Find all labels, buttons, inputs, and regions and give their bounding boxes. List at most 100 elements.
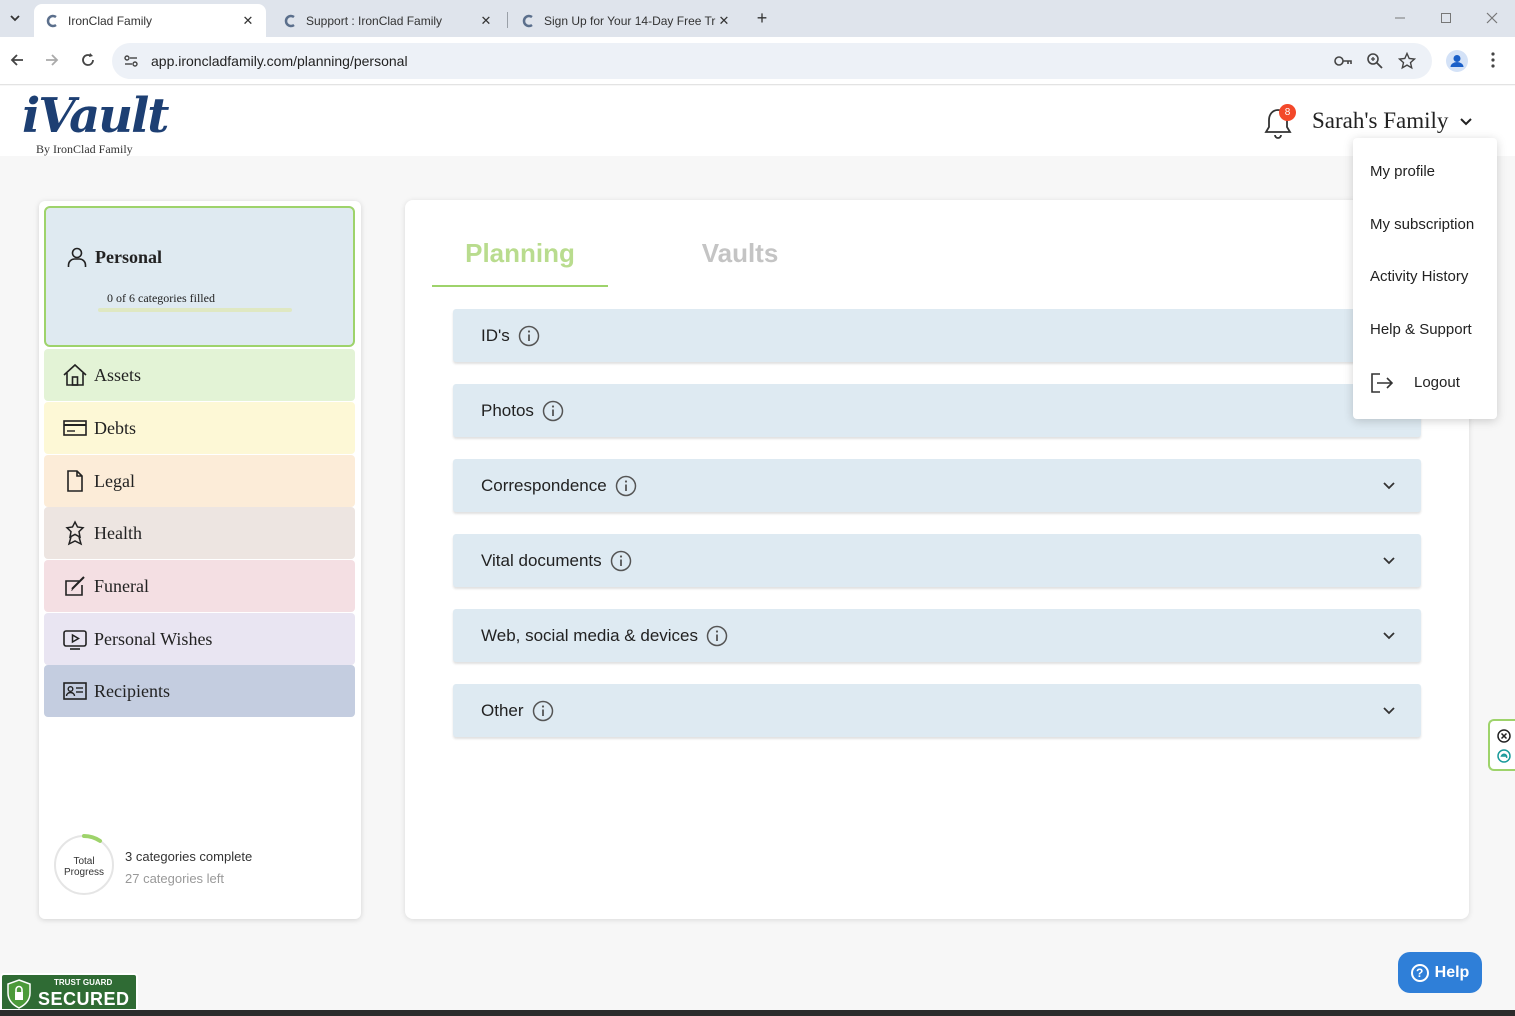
personal-progress-text: 0 of 6 categories filled xyxy=(107,291,215,305)
ring-label-text: Total Progress xyxy=(63,856,104,878)
section-ids[interactable]: ID's xyxy=(453,309,1421,362)
sidebar-item-label: Legal xyxy=(94,470,135,491)
personal-progress-bar xyxy=(98,308,292,312)
family-switcher[interactable]: Sarah's Family xyxy=(1312,108,1448,134)
sidebar-item-debts[interactable]: Debts xyxy=(44,402,355,454)
person-icon xyxy=(65,245,89,269)
question-icon: ? xyxy=(1410,963,1429,982)
sidebar-item-assets[interactable]: Assets xyxy=(44,349,355,401)
section-vital-documents[interactable]: Vital documents xyxy=(453,534,1421,587)
close-icon[interactable]: ✕ xyxy=(478,13,494,29)
section-label: Vital documents xyxy=(481,550,602,570)
total-progress-label: Total Progress xyxy=(53,856,115,878)
info-icon[interactable] xyxy=(615,475,637,497)
video-icon xyxy=(62,626,88,652)
ivault-logo[interactable]: iVault By IronClad Family xyxy=(22,88,169,156)
browser-tab-support[interactable]: Support : IronClad Family ✕ xyxy=(272,4,504,37)
category-sidebar: Personal 0 of 6 categories filled Assets… xyxy=(39,201,361,919)
personal-category-card[interactable]: Personal 0 of 6 categories filled xyxy=(44,206,355,347)
document-icon xyxy=(62,468,88,494)
browser-menu-icon[interactable] xyxy=(1486,49,1500,71)
menu-item-my-subscription[interactable]: My subscription xyxy=(1370,216,1474,233)
sidebar-item-label: Health xyxy=(94,522,142,543)
shield-lock-icon xyxy=(6,979,32,1009)
ironclad-favicon-icon xyxy=(44,13,60,29)
browser-profile-avatar-icon[interactable] xyxy=(1446,50,1468,72)
browser-tab-bar: IronClad Family ✕ Support : IronClad Fam… xyxy=(0,0,1515,37)
taskbar-strip xyxy=(0,1010,1515,1016)
forward-arrow-icon[interactable] xyxy=(41,49,63,71)
sidebar-item-recipients[interactable]: Recipients xyxy=(44,665,355,717)
browser-tab-ironclad[interactable]: IronClad Family ✕ xyxy=(34,4,266,37)
side-extension-widget[interactable] xyxy=(1488,719,1515,771)
section-label: Web, social media & devices xyxy=(481,625,699,645)
minimize-icon[interactable] xyxy=(1390,8,1410,28)
maximize-icon[interactable] xyxy=(1436,8,1456,28)
menu-item-my-profile[interactable]: My profile xyxy=(1370,163,1435,180)
categories-left-text: 27 categories left xyxy=(125,871,225,886)
section-web-social-media-devices[interactable]: Web, social media & devices xyxy=(453,609,1421,662)
window-close-icon[interactable] xyxy=(1482,8,1502,28)
menu-item-logout[interactable]: Logout xyxy=(1414,374,1460,391)
close-icon[interactable]: ✕ xyxy=(716,13,732,29)
bookmark-star-icon[interactable] xyxy=(1397,51,1417,70)
info-icon[interactable] xyxy=(518,325,540,347)
section-other[interactable]: Other xyxy=(453,684,1421,737)
logo-main-text: iVault xyxy=(22,88,169,144)
personal-title: Personal xyxy=(95,247,162,267)
tab-vaults[interactable]: Vaults xyxy=(655,200,825,287)
browser-tab-signup[interactable]: Sign Up for Your 14-Day Free Tr ✕ xyxy=(510,4,742,37)
section-correspondence[interactable]: Correspondence xyxy=(453,459,1421,512)
address-bar[interactable]: app.ironcladfamily.com/planning/personal xyxy=(112,43,1432,79)
ironclad-favicon-icon xyxy=(282,13,298,29)
browser-toolbar: app.ironcladfamily.com/planning/personal xyxy=(0,37,1515,85)
section-photos[interactable]: Photos xyxy=(453,384,1421,437)
chevron-down-icon[interactable] xyxy=(1381,629,1397,643)
sidebar-item-health[interactable]: Health xyxy=(44,507,355,559)
sidebar-item-funeral[interactable]: Funeral xyxy=(44,560,355,612)
close-icon[interactable]: ✕ xyxy=(240,13,256,29)
edit-square-icon xyxy=(62,573,88,599)
info-icon[interactable] xyxy=(610,550,632,572)
info-icon[interactable] xyxy=(542,400,564,422)
sidebar-item-legal[interactable]: Legal xyxy=(44,455,355,507)
section-label: ID's xyxy=(481,325,510,345)
site-settings-icon[interactable] xyxy=(122,52,140,70)
main-panel: Planning Vaults ID's Photos Corresponden… xyxy=(405,200,1469,919)
tab-title: IronClad Family xyxy=(68,13,153,28)
close-circle-icon[interactable] xyxy=(1497,729,1511,743)
sidebar-item-label: Recipients xyxy=(94,680,170,701)
tab-vaults-label: Vaults xyxy=(701,238,779,268)
trust-guard-badge[interactable]: TRUST GUARD SECURED xyxy=(0,973,138,1011)
info-icon[interactable] xyxy=(532,700,554,722)
chevron-down-icon[interactable] xyxy=(1381,704,1397,718)
chevron-down-icon[interactable] xyxy=(1381,479,1397,493)
back-arrow-icon[interactable] xyxy=(6,49,28,71)
help-button[interactable]: ? Help xyxy=(1398,952,1482,993)
section-label: Other xyxy=(481,700,524,720)
info-icon[interactable] xyxy=(706,625,728,647)
sidebar-item-label: Assets xyxy=(94,364,142,385)
menu-item-activity-history[interactable]: Activity History xyxy=(1370,268,1468,285)
tab-list-chevron-icon[interactable] xyxy=(4,7,26,29)
app-header: iVault By IronClad Family 8 Sarah's Fami… xyxy=(0,86,1515,156)
menu-item-help-support[interactable]: Help & Support xyxy=(1370,321,1472,338)
zoom-icon[interactable] xyxy=(1366,52,1384,70)
notification-count-badge: 8 xyxy=(1279,104,1296,121)
new-tab-plus-icon[interactable]: + xyxy=(752,8,772,28)
password-key-icon[interactable] xyxy=(1333,52,1352,70)
logout-icon[interactable] xyxy=(1370,372,1394,394)
secured-label: SECURED xyxy=(38,989,130,1009)
chevron-down-icon[interactable] xyxy=(1458,115,1474,129)
reload-icon[interactable] xyxy=(77,49,99,71)
extension-logo-icon[interactable] xyxy=(1497,749,1511,763)
tab-planning[interactable]: Planning xyxy=(432,200,608,287)
logo-sub-text: By IronClad Family xyxy=(36,142,133,156)
sidebar-item-label: Personal Wishes xyxy=(94,628,213,649)
tab-title: Support : IronClad Family xyxy=(306,13,443,28)
contact-card-icon xyxy=(62,678,88,704)
total-progress-ring: Total Progress xyxy=(53,834,115,896)
chevron-down-icon[interactable] xyxy=(1381,554,1397,568)
account-dropdown-menu: My profile My subscription Activity Hist… xyxy=(1353,138,1497,419)
sidebar-item-personal-wishes[interactable]: Personal Wishes xyxy=(44,613,355,665)
